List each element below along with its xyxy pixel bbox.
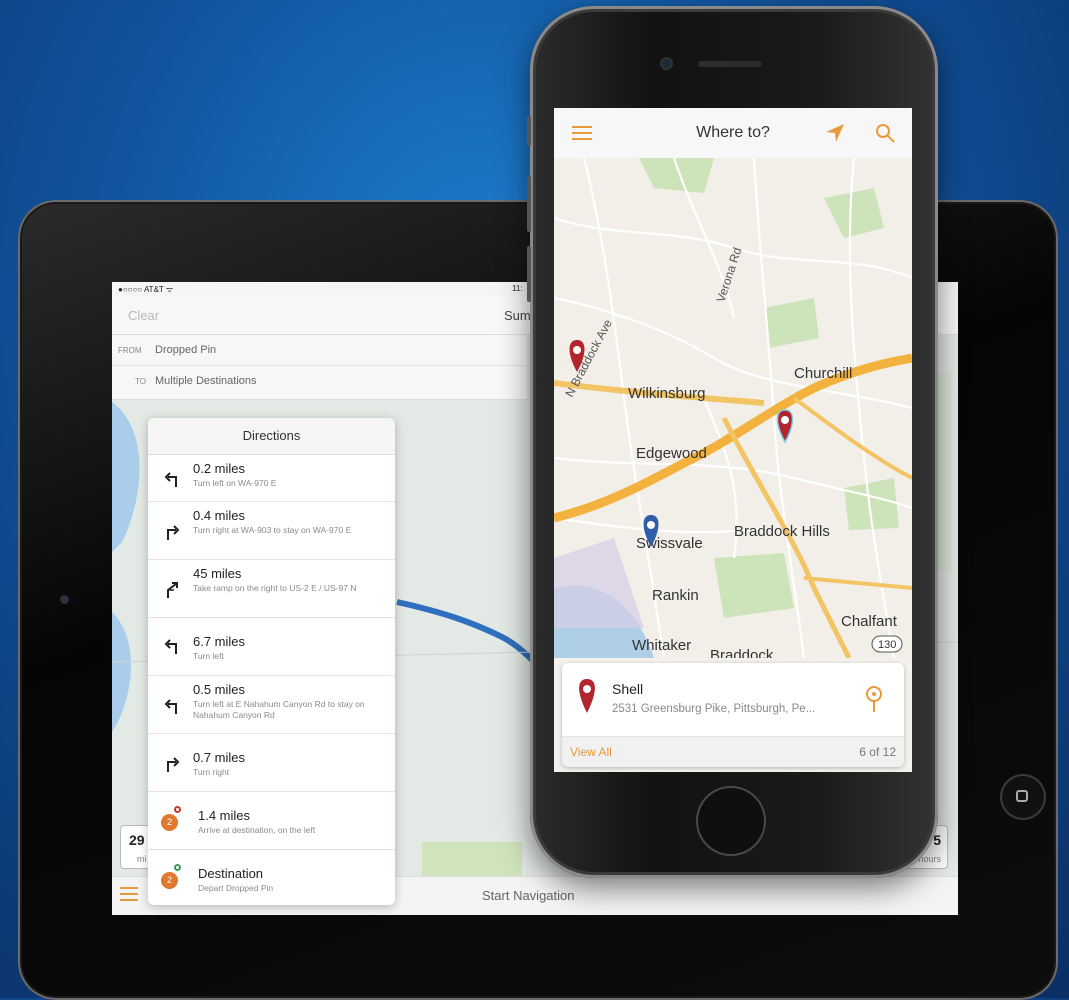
turn-left-icon	[164, 472, 177, 487]
iphone-camera	[662, 59, 671, 68]
step-distance: 45 miles	[193, 566, 242, 581]
step-distance: 0.4 miles	[193, 508, 246, 523]
route-to-row[interactable]: TO Multiple Destinations	[112, 366, 527, 396]
place-label: Braddock	[710, 647, 774, 658]
step-description: Depart Dropped Pin	[198, 883, 274, 893]
volume-down-button	[527, 246, 531, 302]
direction-step[interactable]: 0.2 miles Turn left on WA-970 E	[148, 455, 395, 502]
step-description: Turn right at WA-903 to stay on WA-970 E	[193, 525, 352, 535]
directions-title: Directions	[148, 418, 395, 455]
ipad-camera	[60, 595, 69, 604]
iphone-map[interactable]: Verona Rd N Braddock Ave Wilkinsburg Chu…	[554, 158, 912, 658]
ramp-right-icon	[167, 582, 178, 598]
direction-step[interactable]: 0.5 miles Turn left at E Nahahum Canyon …	[148, 676, 395, 734]
to-label: TO	[135, 377, 146, 386]
place-name: Shell	[612, 681, 644, 697]
clock-label: 11:	[512, 284, 523, 293]
route-from-row[interactable]: FROM Dropped Pin	[112, 335, 527, 366]
place-label: Wilkinsburg	[628, 385, 706, 402]
step-distance: 0.7 miles	[193, 750, 246, 765]
place-card[interactable]: Shell 2531 Greensburg Pike, Pittsburgh, …	[562, 663, 904, 767]
step-description: Arrive at destination, on the left	[198, 825, 316, 835]
view-all-link[interactable]: View All	[570, 745, 612, 759]
origin-badge-icon: 2	[161, 872, 178, 889]
distance-unit: mi	[137, 854, 147, 864]
origin-dot-icon	[174, 864, 181, 871]
place-label: Churchill	[794, 365, 852, 382]
card-footer: View All 6 of 12	[562, 736, 904, 767]
place-label: Chalfant	[841, 613, 898, 630]
direction-step[interactable]: 6.7 miles Turn left	[148, 618, 395, 676]
destination-dot-icon	[174, 806, 181, 813]
turn-left-icon	[164, 699, 177, 714]
step-distance: Destination	[198, 866, 264, 881]
direction-step[interactable]: 2 Destination Depart Dropped Pin	[148, 850, 395, 905]
mute-switch	[527, 116, 531, 146]
place-label: Swissvale	[636, 535, 703, 552]
step-distance: 6.7 miles	[193, 634, 246, 649]
place-label: Edgewood	[636, 445, 707, 462]
carrier-label: ●○○○○ AT&T ᯤ	[118, 285, 174, 294]
step-description: Turn left at E Nahahum Canyon Rd to stay…	[193, 699, 365, 720]
iphone-nav-bar: Where to?	[554, 108, 912, 159]
search-icon[interactable]	[874, 122, 896, 144]
directions-pin-icon[interactable]	[864, 685, 884, 713]
result-count: 6 of 12	[859, 745, 896, 759]
iphone-device: Where to? Verona Rd N Braddock Ave Wilki…	[527, 6, 938, 878]
step-description: Turn right	[193, 767, 230, 777]
step-distance: 0.5 miles	[193, 682, 246, 697]
page-title: Where to?	[696, 124, 770, 141]
iphone-screen: Where to? Verona Rd N Braddock Ave Wilki…	[554, 108, 912, 772]
ipad-home-button[interactable]	[1000, 774, 1046, 820]
summary-title: Sum	[504, 308, 531, 323]
place-label: Rankin	[652, 587, 699, 604]
iphone-home-button[interactable]	[696, 786, 766, 856]
clear-button[interactable]: Clear	[128, 308, 159, 323]
from-label: FROM	[118, 346, 142, 355]
step-description: Turn left	[193, 651, 224, 661]
route-box: FROM Dropped Pin TO Multiple Destination…	[112, 335, 527, 400]
distance-value: 29	[129, 832, 145, 848]
start-navigation-button[interactable]: Start Navigation	[482, 888, 575, 903]
step-description: Turn left on WA-970 E	[193, 478, 277, 488]
place-label: Whitaker	[632, 637, 691, 654]
direction-step[interactable]: 2 1.4 miles Arrive at destination, on th…	[148, 792, 395, 850]
from-value: Dropped Pin	[155, 344, 217, 356]
map-pin-red-icon	[579, 679, 595, 713]
directions-panel: Directions 0.2 miles Turn left on WA-970…	[148, 418, 395, 905]
step-description: Take ramp on the right to US-2 E / US-97…	[193, 583, 357, 593]
volume-up-button	[527, 176, 531, 232]
direction-step[interactable]: 0.4 miles Turn right at WA-903 to stay o…	[148, 502, 395, 560]
step-distance: 1.4 miles	[198, 808, 251, 823]
turn-right-icon	[167, 757, 180, 772]
turn-right-icon	[167, 525, 180, 540]
list-icon[interactable]	[120, 887, 138, 903]
direction-step[interactable]: 0.7 miles Turn right	[148, 734, 395, 792]
place-address: 2531 Greensburg Pike, Pittsburgh, Pe...	[612, 703, 816, 715]
turn-left-icon	[164, 639, 177, 654]
place-label: Braddock Hills	[734, 523, 830, 540]
to-value: Multiple Destinations	[155, 375, 257, 387]
destination-badge-icon: 2	[161, 814, 178, 831]
direction-step[interactable]: 45 miles Take ramp on the right to US-2 …	[148, 560, 395, 618]
iphone-speaker	[698, 61, 762, 67]
location-arrow-icon[interactable]	[824, 122, 846, 144]
route-shield: 130	[878, 639, 896, 651]
step-distance: 0.2 miles	[193, 461, 246, 476]
